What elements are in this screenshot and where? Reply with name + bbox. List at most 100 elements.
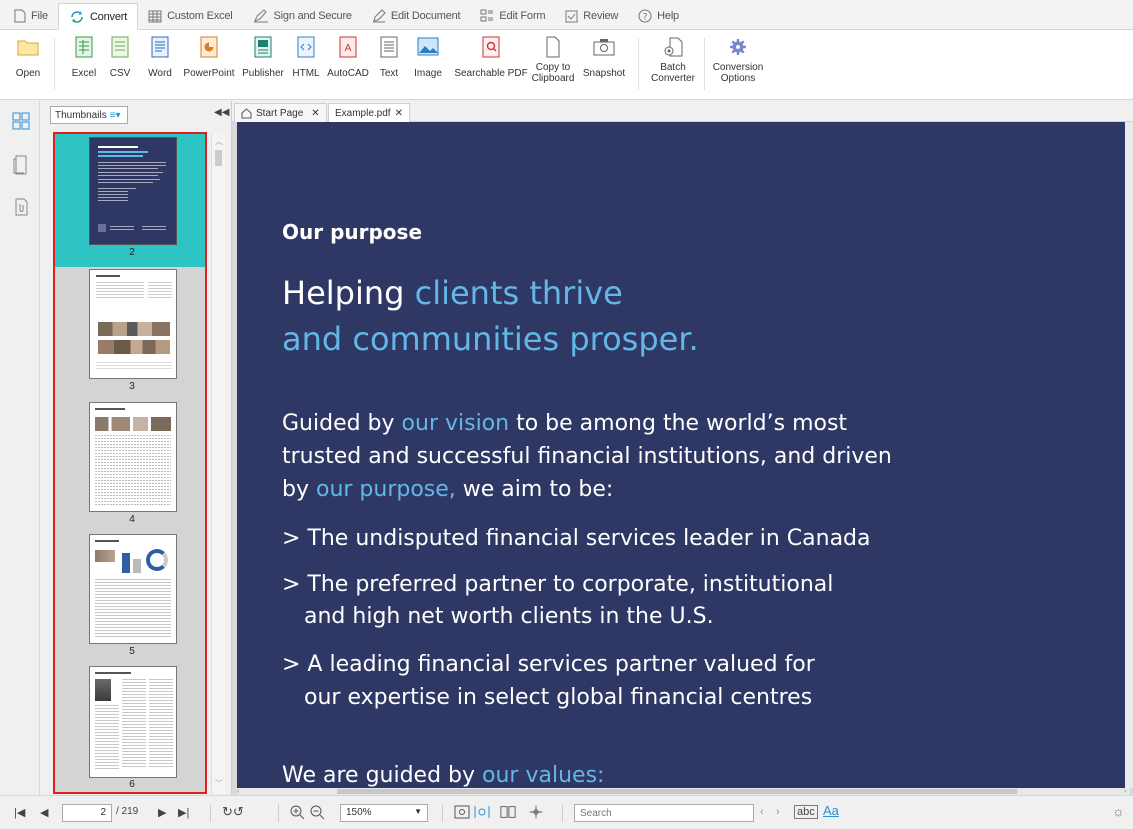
zoom-in-icon[interactable] [290,805,306,819]
thumbnail-panel: Thumbnails ≡▾ ◀◀ 2 3 4 5 6 ︿ ﹀ [40,101,232,795]
thumbnail-number: 6 [129,779,135,790]
paragraph-line-3: by our purpose, we aim to be: [282,477,613,502]
thumbnail-page-5[interactable] [89,534,177,644]
bullet-2-line-1: > The preferred partner to corporate, in… [282,572,834,597]
close-icon[interactable]: ✕ [311,108,319,119]
conversion-options-button[interactable]: Conversion Options [708,34,768,84]
whole-word-icon[interactable]: abc [794,805,818,819]
first-page-icon[interactable]: |◀ [14,806,25,819]
text-file-icon [380,36,398,58]
rotate-icon[interactable]: ↻↺ [222,804,244,820]
tab-sign-secure[interactable]: Sign and Secure [243,3,362,29]
tab-file[interactable]: File [4,3,58,29]
tab-example-pdf[interactable]: Example.pdf ✕ [328,103,410,122]
bullet-3-line-2: our expertise in select global financial… [304,685,813,710]
file-icon [14,9,26,23]
paragraph-line-2: trusted and successful financial institu… [282,444,892,469]
searchable-pdf-button[interactable]: Searchable PDF [452,34,530,79]
zoom-out-icon[interactable] [310,805,326,819]
page-title-line-1: Helping clients thrive [282,274,623,312]
csv-button[interactable]: CSV [104,34,136,79]
text-button[interactable]: Text [374,34,404,79]
publisher-icon [254,36,272,58]
thumbnail-number: 2 [129,247,135,258]
text: Guided by [282,411,402,436]
tab-review[interactable]: Review [555,3,628,29]
bullet-2-line-2: and high net worth clients in the U.S. [304,604,714,629]
page-total: / 219 [116,806,139,817]
collapse-panel-icon[interactable]: ◀◀ [214,107,229,118]
page-number-input[interactable]: 2 [62,804,112,822]
svg-text:?: ? [643,13,648,23]
csv-icon [111,36,129,58]
tab-start-page[interactable]: Start Page ✕ [234,103,327,122]
tab-start-page-label: Start Page [256,107,304,119]
view-continuous-icon[interactable] [474,805,490,819]
open-button[interactable]: Open [4,34,52,79]
tab-edit-form-label: Edit Form [499,10,546,22]
autocad-button[interactable]: A AutoCAD [326,34,370,79]
gear-icon [730,39,746,55]
thumbnail-page-6[interactable] [89,666,177,778]
form-icon [480,9,494,22]
thumbnail-number: 4 [129,514,135,525]
tab-edit-document[interactable]: Edit Document [362,3,471,29]
pdf-page: Our purpose Helping clients thrive and c… [237,122,1125,791]
publisher-button[interactable]: Publisher [240,34,286,79]
document-view[interactable]: Our purpose Helping clients thrive and c… [232,122,1133,795]
thumbnail-number: 3 [129,381,135,392]
zoom-select[interactable]: 150% ▼ [340,804,428,822]
html-button[interactable]: HTML [290,34,322,79]
thumbnail-scrollbar[interactable]: ︿ ﹀ [211,134,225,794]
match-case-icon[interactable]: Aa [823,803,839,818]
link-text: our values: [482,763,605,788]
tab-help[interactable]: ? Help [628,3,689,29]
tab-custom-excel[interactable]: Custom Excel [138,3,242,29]
word-button[interactable]: Word [140,34,180,79]
search-next-icon[interactable]: › [776,806,780,818]
search-prev-icon[interactable]: ‹ [760,806,764,818]
attachments-panel-icon[interactable] [12,197,30,217]
link-text: our vision [401,411,510,436]
snapshot-button[interactable]: Snapshot [580,34,628,79]
svg-text:A: A [345,43,352,54]
camera-icon [593,39,615,56]
page-heading: Our purpose [282,220,423,244]
view-facing-icon[interactable] [500,805,516,819]
search-input[interactable] [574,804,754,822]
view-split-icon[interactable] [528,805,544,819]
table-icon [148,10,162,22]
copy-to-clipboard-button[interactable]: Copy to Clipboard [530,34,576,84]
thumbnail-page-4[interactable] [89,402,177,512]
thumbnails-dropdown[interactable]: Thumbnails ≡▾ [50,106,128,124]
menu-bar: File Convert Custom Excel Sign and Secur… [0,0,1133,30]
searchable-pdf-icon [482,36,500,58]
edit-icon [372,9,386,23]
tab-review-label: Review [583,10,619,22]
powerpoint-button[interactable]: PowerPoint [182,34,236,79]
bookmarks-panel-icon[interactable] [12,155,30,175]
vertical-scrollbar[interactable] [1125,122,1133,788]
horizontal-scrollbar[interactable]: ‹ › [237,788,1130,795]
batch-converter-button[interactable]: Batch Converter [648,34,698,84]
excel-button[interactable]: Excel [66,34,102,79]
thumbnails-panel-icon[interactable] [12,111,30,131]
next-page-icon[interactable]: ▶ [158,806,166,819]
tab-file-label: File [31,10,48,22]
page-title-line-2: and communities prosper. [282,320,699,358]
view-single-page-icon[interactable] [454,805,470,819]
thumbnail-list: 2 3 4 5 6 [53,132,207,794]
brightness-icon[interactable]: ☼ [1112,803,1125,819]
text: by [282,477,316,502]
clipboard-icon [546,36,560,58]
last-page-icon[interactable]: ▶| [178,806,189,819]
thumbnail-page-3[interactable] [89,269,177,379]
close-icon[interactable]: ✕ [395,108,403,119]
thumbnail-page-2[interactable] [89,137,177,245]
html-icon [297,36,315,58]
prev-page-icon[interactable]: ◀ [40,806,48,819]
thumbnail-number: 5 [129,646,135,657]
image-button[interactable]: Image [408,34,448,79]
tab-edit-form[interactable]: Edit Form [470,3,555,29]
tab-convert[interactable]: Convert [57,3,139,30]
